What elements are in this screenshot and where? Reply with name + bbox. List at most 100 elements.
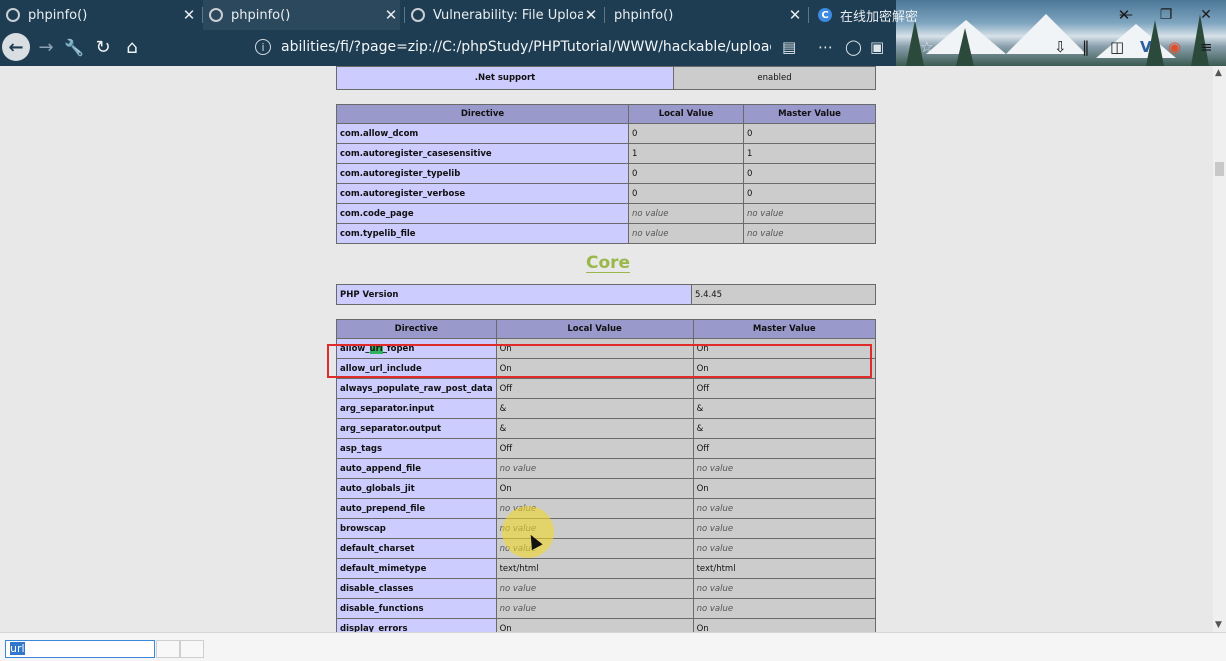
find-next-button[interactable] bbox=[180, 640, 204, 658]
column-header: Local Value bbox=[628, 104, 744, 124]
tab-dvwa-file-upload[interactable]: Vulnerability: File Upload :: [ ✕ bbox=[405, 0, 600, 30]
table-row: display_errors On On bbox=[336, 618, 877, 632]
scrollbar-thumb[interactable] bbox=[1215, 162, 1224, 176]
table-row: default_charsetno valueno value bbox=[336, 538, 877, 559]
directive-name-cell: com.autoregister_casesensitive bbox=[336, 143, 629, 164]
master-value-cell: no value bbox=[692, 598, 877, 619]
master-value-cell: 0 bbox=[743, 123, 876, 144]
reader-view-icon[interactable]: ▤ bbox=[782, 38, 796, 56]
no-value-text: no value bbox=[632, 228, 669, 239]
directive-name-cell: display_errors bbox=[336, 618, 497, 632]
directive-name-cell: auto_globals_jit bbox=[336, 478, 497, 499]
highlight-annotation-box bbox=[327, 344, 872, 378]
directive-name-cell: com.typelib_file bbox=[336, 223, 629, 244]
sidebar-icon[interactable]: ◫ bbox=[1110, 38, 1124, 56]
net-support-table: .Net support enabled bbox=[336, 66, 876, 90]
com-directive-table: Directive Local Value Master Value com.a… bbox=[336, 104, 876, 244]
directive-name-cell: disable_functions bbox=[336, 598, 497, 619]
tab-online-encrypt[interactable]: C 在线加密解密 ✕ bbox=[812, 0, 1137, 30]
scroll-down-icon[interactable]: ▼ bbox=[1215, 620, 1222, 630]
local-value-cell: no value bbox=[628, 223, 744, 244]
master-value-cell: & bbox=[692, 398, 877, 419]
master-value-cell: Off bbox=[692, 438, 877, 459]
tab-phpinfo-3[interactable]: phpinfo() ✕ bbox=[608, 0, 804, 30]
no-value-text: no value bbox=[499, 603, 537, 614]
column-header: Directive bbox=[336, 319, 497, 339]
local-value-cell: 0 bbox=[628, 183, 744, 204]
table-row: disable_functions no value no value bbox=[336, 598, 877, 619]
table-row: always_populate_raw_post_data Off Off bbox=[336, 378, 877, 399]
table-header-row: Directive Local Value Master Value bbox=[336, 104, 876, 124]
site-info-icon[interactable]: i bbox=[255, 39, 271, 55]
extension-orange-icon[interactable]: ◉ bbox=[1168, 38, 1181, 56]
directive-name-cell: default_mimetype bbox=[336, 558, 497, 579]
no-value-text: no value bbox=[747, 208, 784, 219]
close-tab-icon[interactable]: ✕ bbox=[382, 6, 400, 24]
local-value-cell: 1 bbox=[628, 143, 744, 164]
table-row: browscapno valueno value bbox=[336, 518, 877, 539]
close-tab-icon[interactable]: ✕ bbox=[180, 6, 198, 24]
page-content: .Net support enabled Directive Local Val… bbox=[0, 66, 1213, 632]
local-value-cell: 0 bbox=[628, 123, 744, 144]
directive-name-cell: arg_separator.output bbox=[336, 418, 497, 439]
table-row: auto_globals_jit On On bbox=[336, 478, 877, 499]
close-window-icon[interactable]: ✕ bbox=[1186, 0, 1226, 30]
local-value-cell: no value bbox=[495, 458, 694, 479]
directive-name-cell: always_populate_raw_post_data bbox=[336, 378, 497, 399]
restore-icon[interactable]: ❐ bbox=[1146, 0, 1186, 30]
phpinfo-favicon-icon bbox=[6, 8, 20, 22]
address-text[interactable]: abilities/fi/?page=zip://C:/phpStudy/PHP… bbox=[281, 39, 771, 55]
master-value-cell: no value bbox=[692, 518, 877, 539]
tab-phpinfo-1[interactable]: phpinfo() ✕ bbox=[0, 0, 198, 30]
extension-v-icon[interactable]: V bbox=[1140, 38, 1152, 56]
no-value-text: no value bbox=[696, 603, 734, 614]
find-previous-button[interactable] bbox=[156, 640, 180, 658]
wrench-icon[interactable]: 🔧 bbox=[60, 33, 88, 61]
php-version-label: PHP Version bbox=[336, 284, 692, 305]
scroll-up-icon[interactable]: ▲ bbox=[1215, 68, 1222, 78]
master-value-cell: text/html bbox=[692, 558, 877, 579]
pocket-icon[interactable]: ◯ bbox=[845, 38, 862, 56]
directive-name-cell: disable_classes bbox=[336, 578, 497, 599]
master-value-cell: no value bbox=[743, 223, 876, 244]
table-row: arg_separator.input & & bbox=[336, 398, 877, 419]
address-bar[interactable]: i abilities/fi/?page=zip://C:/phpStudy/P… bbox=[255, 34, 775, 60]
master-value-cell: no value bbox=[692, 538, 877, 559]
local-value-cell: text/html bbox=[495, 558, 694, 579]
close-tab-icon[interactable]: ✕ bbox=[582, 6, 600, 24]
more-actions-icon[interactable]: ⋯ bbox=[818, 38, 833, 56]
tab-title: phpinfo() bbox=[231, 7, 291, 23]
directive-name-cell: com.autoregister_verbose bbox=[336, 183, 629, 204]
directive-name-cell: asp_tags bbox=[336, 438, 497, 459]
vertical-scrollbar[interactable]: ▲ ▼ bbox=[1213, 66, 1226, 632]
close-tab-icon[interactable]: ✕ bbox=[786, 6, 804, 24]
no-value-text: no value bbox=[632, 208, 669, 219]
back-arrow-icon[interactable]: ← bbox=[2, 33, 30, 61]
screenshot-icon[interactable]: ▣ bbox=[870, 38, 884, 56]
tab-phpinfo-2[interactable]: phpinfo() ✕ bbox=[203, 0, 400, 30]
no-value-text: no value bbox=[696, 543, 734, 554]
find-input[interactable]: url bbox=[5, 640, 155, 658]
bookmark-star-icon[interactable]: ☆ bbox=[920, 38, 933, 56]
home-icon[interactable]: ⌂ bbox=[118, 33, 146, 61]
no-value-text: no value bbox=[696, 523, 734, 534]
php-version-value: 5.4.45 bbox=[691, 284, 876, 305]
master-value-cell: no value bbox=[692, 458, 877, 479]
tab-title: phpinfo() bbox=[28, 7, 88, 23]
table-row: disable_classes no value no value bbox=[336, 578, 877, 599]
table-row: auto_append_file no value no value bbox=[336, 458, 877, 479]
reload-icon[interactable]: ↻ bbox=[89, 33, 117, 61]
master-value-cell: 1 bbox=[743, 143, 876, 164]
window-controls: — ❐ ✕ bbox=[1106, 0, 1226, 30]
forward-arrow-icon[interactable]: → bbox=[32, 33, 60, 61]
minimize-icon[interactable]: — bbox=[1106, 0, 1146, 30]
download-icon[interactable]: ⇩ bbox=[1054, 38, 1067, 56]
table-row: com.autoregister_typelib 0 0 bbox=[336, 163, 876, 184]
menu-icon[interactable]: ≡ bbox=[1200, 38, 1213, 56]
local-value-cell: & bbox=[495, 398, 694, 419]
table-header-row: Directive Local Value Master Value bbox=[336, 319, 877, 339]
column-header: Directive bbox=[336, 104, 629, 124]
tab-title: Vulnerability: File Upload :: [ bbox=[433, 7, 583, 23]
library-icon[interactable]: ‖ bbox=[1082, 38, 1090, 56]
local-value-cell: & bbox=[495, 418, 694, 439]
